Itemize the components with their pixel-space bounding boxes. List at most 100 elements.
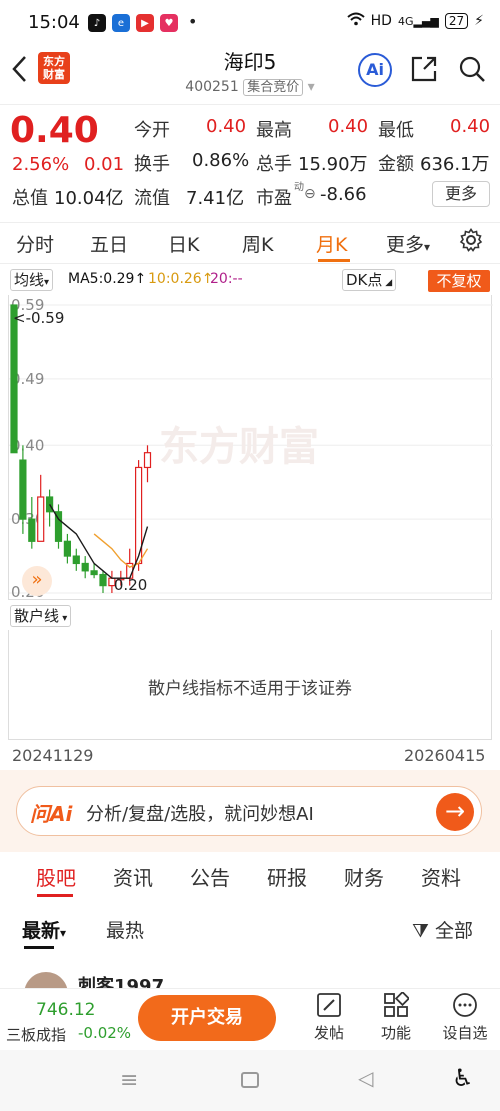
kline-chart[interactable]: 0.590.490.400.300.20东方财富<-0.590.20 <box>8 295 493 601</box>
indicator-message: 散户线指标不适用于该证券 <box>148 679 352 699</box>
candle-body <box>37 496 45 542</box>
candle-body <box>90 570 98 576</box>
filter-button[interactable]: ⧩ 全部 <box>412 916 473 943</box>
tab-news[interactable]: 资讯 <box>113 862 153 891</box>
hd-label: HD <box>370 13 392 29</box>
gear-icon[interactable] <box>459 228 483 256</box>
home-icon[interactable] <box>241 1072 259 1088</box>
change-value: 0.01 <box>84 154 125 175</box>
tab-5day[interactable]: 五日 <box>90 230 128 257</box>
sort-underline <box>24 946 54 949</box>
turnover-label: 换手 <box>134 154 170 175</box>
tab-weekly[interactable]: 周K <box>242 230 273 257</box>
signal-icon: 4G▂▄▆ <box>397 14 439 28</box>
pe-label: 市盈 <box>256 188 292 209</box>
tab-monthly[interactable]: 月K <box>316 230 347 257</box>
candle-body <box>72 555 80 565</box>
sort-newest[interactable]: 最新▾ <box>22 916 66 943</box>
start-date: 20241129 <box>12 746 94 765</box>
index-name[interactable]: 三板成指 <box>6 1024 66 1045</box>
watchlist-button[interactable]: 设自选 <box>440 992 490 1043</box>
open-value: 0.40 <box>206 116 247 137</box>
amount-label: 金额 <box>378 154 414 175</box>
kline-svg: 0.590.490.400.300.20东方财富<-0.590.20 <box>9 296 493 601</box>
post-button[interactable]: 发帖 <box>304 992 354 1043</box>
tiktok-icon: ♪ <box>88 14 106 32</box>
shop-app-icon: ♥ <box>160 14 178 32</box>
index-change[interactable]: -0.02% <box>78 1024 131 1042</box>
tab-daily[interactable]: 日K <box>168 230 199 257</box>
wifi-icon <box>346 12 365 30</box>
indicator-selector[interactable]: 散户线 ▾ <box>10 605 72 627</box>
dk-point-selector[interactable]: DK点 ◢ <box>342 269 397 291</box>
back-nav-icon[interactable]: ◁ <box>358 1066 373 1090</box>
stock-code: 400251 <box>185 79 239 95</box>
accessibility-icon[interactable]: ♿ <box>452 1064 474 1092</box>
dot-icon: • <box>188 12 198 31</box>
open-label: 今开 <box>134 120 170 141</box>
index-value[interactable]: 746.12 <box>36 1000 95 1020</box>
float-label: 流值 <box>134 188 170 209</box>
sort-hottest[interactable]: 最热 <box>106 916 144 943</box>
tab-more[interactable]: 更多▾ <box>386 230 430 257</box>
news-tab-underline <box>37 894 73 897</box>
ma5-label: MA5:0.29↑ <box>68 271 147 287</box>
change-percent: 2.56% <box>12 154 70 175</box>
candle-body <box>19 459 27 520</box>
candle-body <box>99 573 107 587</box>
info-icon[interactable]: ⊖ <box>304 186 316 202</box>
battery-icon: 27 <box>444 13 469 29</box>
candle-body <box>63 540 72 557</box>
status-time: 15:04 <box>28 12 80 33</box>
pe-dynamic-sup: 动 <box>294 182 304 193</box>
tab-forum[interactable]: 股吧 <box>36 862 76 891</box>
app-icon: e <box>112 14 130 32</box>
search-icon[interactable] <box>458 55 486 87</box>
low-label: 最低 <box>378 120 414 141</box>
status-right: HD 4G▂▄▆ 27 ⚡ <box>346 12 484 30</box>
ma10-label: 10:0.26↑ <box>148 271 214 287</box>
watermark: 东方财富 <box>159 424 319 470</box>
ma-selector[interactable]: 均线▾ <box>10 269 54 291</box>
tab-research[interactable]: 研报 <box>267 862 307 891</box>
tab-profile[interactable]: 资料 <box>421 862 461 891</box>
no-adjust-button[interactable]: 不复权 <box>428 270 490 292</box>
ai-logo: 问Ai <box>30 802 73 826</box>
mktcap-label: 总值 <box>12 188 48 209</box>
candle-body <box>28 518 36 542</box>
more-button[interactable]: 更多 <box>432 181 490 207</box>
tab-intraday[interactable]: 分时 <box>16 230 54 257</box>
end-date: 20260415 <box>404 746 486 765</box>
candle-body <box>143 452 152 469</box>
auction-tag: 集合竞价 <box>243 79 304 96</box>
menu-icon[interactable]: ≡ <box>120 1068 138 1093</box>
dropdown-icon: ▾ <box>307 79 315 95</box>
ai-icon[interactable]: Ai <box>358 53 392 87</box>
tab-announcements[interactable]: 公告 <box>190 862 230 891</box>
current-price: 0.40 <box>10 110 99 151</box>
high-value: 0.40 <box>328 116 369 137</box>
amount-value: 636.1万 <box>420 154 490 175</box>
max-price-label: <-0.59 <box>13 309 64 327</box>
edit-icon <box>304 992 354 1022</box>
arrow-right-icon[interactable]: → <box>436 793 474 831</box>
ai-prompt-text: 分析/复盘/选股，就问妙想AI <box>86 804 314 825</box>
turnover-value: 0.86% <box>192 150 250 171</box>
volume-value: 15.90万 <box>298 154 368 175</box>
float-value: 7.41亿 <box>186 188 245 209</box>
min-price-label: 0.20 <box>114 576 147 594</box>
trade-button[interactable]: 开户交易 <box>138 995 276 1041</box>
filter-icon: ⧩ <box>412 920 429 942</box>
candle-body <box>81 562 89 572</box>
share-icon[interactable] <box>410 55 438 87</box>
tab-finance[interactable]: 财务 <box>344 862 384 891</box>
more-dots-icon <box>440 992 490 1022</box>
mktcap-value: 10.04亿 <box>54 188 124 209</box>
expand-icon[interactable]: » <box>22 566 52 596</box>
status-bar: 15:04 ♪ e ▶ ♥ • HD 4G▂▄▆ 27 ⚡ <box>0 0 500 46</box>
tab-underline <box>318 259 350 262</box>
candle-body <box>10 304 18 454</box>
pe-value: -8.66 <box>320 184 367 205</box>
function-button[interactable]: 功能 <box>371 990 421 1043</box>
ma20-label: 20:-- <box>210 271 243 287</box>
